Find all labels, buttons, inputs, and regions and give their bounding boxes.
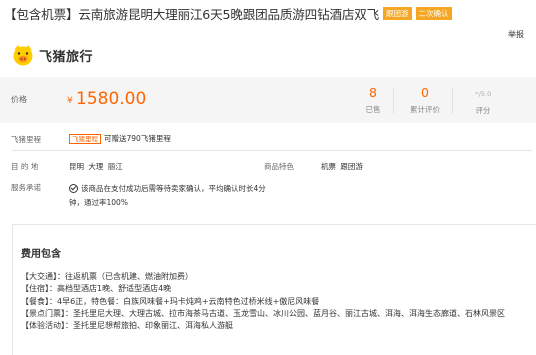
price-value: 1580.00 — [76, 89, 147, 109]
brand-name: 飞猪旅行 — [39, 49, 94, 65]
report-link[interactable]: 举报 — [508, 29, 524, 40]
points-label: 飞猪里程 — [11, 135, 41, 144]
page-title-row: 【包含机票】云南旅游昆明大理丽江6天5晚跟团品质游四钻酒店双飞 跟团游 二次确认 — [4, 3, 532, 23]
brand-logo[interactable]: 飞猪旅行 — [11, 43, 93, 67]
price-label: 价格 — [11, 95, 27, 104]
service-label: 服务承诺 — [11, 183, 41, 192]
review-count-stat[interactable]: 0 累计评价 — [395, 86, 455, 115]
fee-section: 费用包含 【大交通】：往返机票（已含机建、燃油附加费） 【住宿】：高档型酒店1晚… — [12, 224, 536, 355]
fee-item: 【体验活动】：圣托里尼想帮旅拍、印象丽江、洱海私人游艇 — [21, 321, 233, 331]
rating-stat: -/5.0 评分 — [453, 86, 513, 116]
rating-value: -/5.0 — [474, 86, 492, 99]
badge-group-tour: 跟团游 — [383, 6, 412, 20]
divider — [12, 150, 532, 151]
price-panel: 价格 ¥ 1580.00 8 已售 0 累计评价 -/5.0 评分 — [0, 77, 536, 123]
stat-divider — [393, 88, 394, 114]
fee-title: 费用包含 — [21, 249, 61, 260]
service-text: 该商品在支付成功后需等待卖家确认，平均确认时长4分钟，通过率100% — [69, 184, 266, 207]
sold-count-stat: 8 已售 — [343, 86, 403, 115]
sold-label: 已售 — [365, 105, 381, 114]
destination-value: 昆明 大理 丽江 — [69, 162, 123, 171]
points-value: 飞猪里程 可赠送790飞猪里程 — [69, 133, 171, 144]
points-tag: 飞猪里程 — [69, 134, 101, 144]
check-circle-icon — [69, 183, 78, 193]
features-label: 商品特色 — [264, 162, 294, 171]
fee-item: 【大交通】：往返机票（已含机建、燃油附加费） — [21, 272, 193, 281]
product-title: 【包含机票】云南旅游昆明大理丽江6天5晚跟团品质游四钻酒店双飞 — [4, 6, 380, 22]
badge-second-confirm: 二次确认 — [415, 6, 452, 20]
sold-count: 8 — [369, 85, 377, 100]
fee-list: 【大交通】：往返机票（已含机建、燃油附加费） 【住宿】：高档型酒店1晚、舒适型酒… — [21, 271, 533, 332]
review-count: 0 — [421, 85, 429, 100]
currency-symbol: ¥ — [67, 96, 73, 106]
features-value: 机票 跟团游 — [321, 162, 363, 171]
review-label: 累计评价 — [410, 105, 440, 114]
fliggy-pig-icon — [11, 43, 35, 67]
fee-item: 【餐食】：4早6正，特色餐：白族风味餐+玛卡炖鸡+云南特色过桥米线+傲尼风味餐 — [21, 296, 320, 306]
fee-item: 【住宿】：高档型酒店1晚、舒适型酒店4晚 — [21, 284, 172, 294]
rating-label: 评分 — [475, 106, 491, 115]
destination-label: 目 的 地 — [11, 162, 39, 171]
service-promise: 该商品在支付成功后需等待卖家确认，平均确认时长4分钟，通过率100% — [69, 182, 269, 210]
fee-item: 【景点门票】：圣托里尼大理、大理古城、拉市海茶马古道、玉龙雪山、冰川公园、蓝月谷… — [21, 308, 505, 318]
points-text: 可赠送790飞猪里程 — [104, 134, 171, 143]
